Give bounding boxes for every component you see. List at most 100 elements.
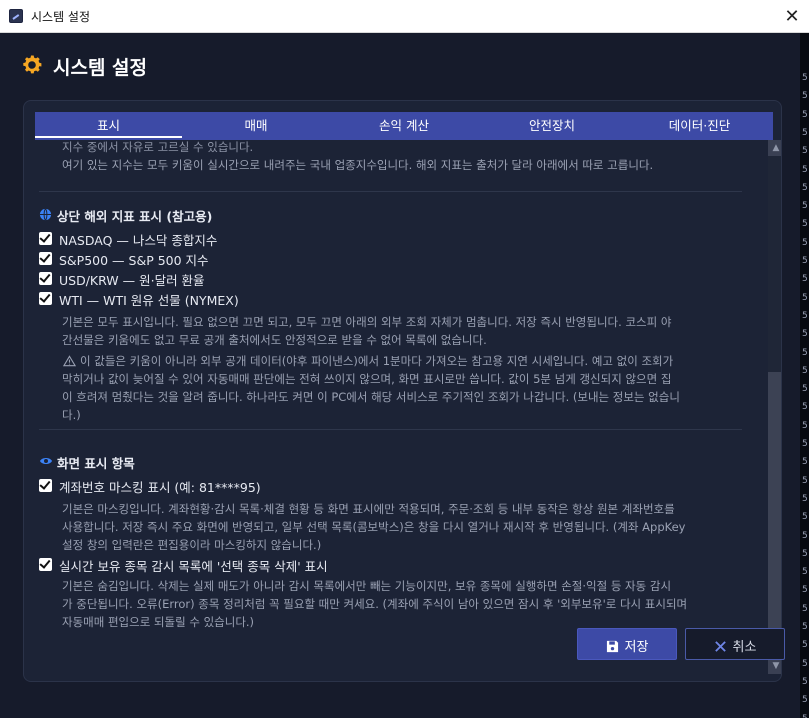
display-section-title: 화면 표시 항목 — [57, 456, 135, 471]
background-text: 5 — [802, 219, 808, 230]
window-close-button[interactable]: ✕ — [775, 0, 809, 33]
background-text: 5 — [802, 365, 808, 376]
tab-safety[interactable]: 안전장치 — [478, 112, 626, 140]
background-text: 5 — [802, 237, 808, 248]
background-text: 5 — [802, 475, 808, 486]
delete-desc-line: 가 중단됩니다. 오류(Error) 종목 정리처럼 꼭 필요할 때만 켜세요.… — [62, 597, 688, 611]
background-text: 5 — [802, 640, 808, 651]
usdkrw-label: USD/KRW — 원·달러 환율 — [59, 273, 205, 288]
save-button[interactable]: 저장 — [577, 628, 677, 660]
background-text: 5 — [802, 91, 808, 102]
background-text: 5 — [802, 73, 808, 83]
warning-description: 이 값들은 키움이 아니라 외부 공개 데이터(야후 파이낸스)에서 1분마다 … — [62, 352, 680, 424]
mask-desc-line: 기본은 마스킹입니다. 계좌현황·감시 목록·체결 현황 등 화면 표시에만 적… — [62, 502, 675, 516]
close-icon — [714, 641, 726, 652]
index-description: 여기 있는 지수는 모두 키움이 실시간으로 내려주는 국내 업종지수입니다. … — [62, 158, 654, 172]
save-button-label: 저장 — [624, 640, 649, 655]
cancel-button[interactable]: 취소 — [685, 628, 785, 660]
background-text: 5 — [802, 585, 808, 596]
checkbox-checked[interactable] — [39, 558, 52, 571]
overseas-section-title: 상단 해외 지표 표시 (참고용) — [57, 209, 213, 224]
eye-icon — [40, 458, 52, 464]
account-mask-description: 기본은 마스킹입니다. 계좌현황·감시 목록·체결 현황 등 화면 표시에만 적… — [62, 500, 686, 554]
background-text: 5 — [802, 402, 808, 413]
window-title: 시스템 설정 — [31, 10, 91, 24]
background-text: 5 — [802, 493, 808, 504]
background-text: 5 — [802, 714, 808, 718]
background-text: 5 — [802, 384, 808, 395]
delete-desc-line: 기본은 숨김입니다. 삭제는 실제 매도가 아니라 감시 목록에서만 빼는 기능… — [62, 579, 672, 593]
background-text: 5 — [802, 676, 808, 687]
page-title: 시스템 설정 — [53, 57, 148, 79]
checkbox-checked[interactable] — [39, 252, 52, 265]
checkbox-checked[interactable] — [39, 479, 52, 492]
background-text: 5 — [802, 548, 808, 559]
background-window-strip: 5555555555555555555555555555555555555 — [800, 33, 809, 718]
background-text: 5 — [802, 127, 808, 138]
tab-safety-label: 안전장치 — [528, 118, 575, 133]
tab-trading-label: 매매 — [244, 118, 268, 133]
background-text: 5 — [802, 347, 808, 358]
background-text: 5 — [802, 603, 808, 614]
background-text: 5 — [802, 530, 808, 541]
background-text: 5 — [802, 310, 808, 321]
sp500-label: S&P500 — S&P 500 지수 — [59, 253, 209, 268]
vertical-scrollbar[interactable]: ▲ ▼ — [768, 140, 781, 674]
tab-trading[interactable]: 매매 — [182, 112, 330, 140]
clipped-line: 지수 중에서 자유로 고르실 수 있습니다. — [62, 140, 254, 154]
background-text: 5 — [802, 658, 808, 669]
globe-icon — [39, 208, 52, 221]
mask-desc-line: 설정 창의 입력란은 편집용이라 마스킹하지 않습니다.) — [62, 538, 322, 552]
warning-line: 이 값들은 키움이 아니라 외부 공개 데이터(야후 파이낸스)에서 1분마다 … — [80, 354, 674, 368]
section-divider — [39, 191, 742, 192]
scroll-up-arrow-icon[interactable]: ▲ — [768, 140, 781, 156]
tab-display[interactable]: 표시 — [35, 112, 182, 140]
warning-line: 막히거나 값이 늦어질 수 있어 자동매매 판단에는 전혀 쓰이지 않으며, 화… — [62, 372, 672, 386]
scrollbar-thumb[interactable] — [768, 372, 781, 638]
account-mask-label: 계좌번호 마스킹 표시 (예: 81****95) — [59, 480, 261, 495]
overseas-desc-line: 기본은 모두 표시입니다. 필요 없으면 끄면 되고, 모두 끄면 아래의 외부… — [62, 315, 672, 329]
checkbox-checked[interactable] — [39, 232, 52, 245]
background-text: 5 — [802, 182, 808, 193]
checkbox-checked[interactable] — [39, 272, 52, 285]
tab-pnl[interactable]: 손익 계산 — [330, 112, 478, 140]
tab-data-diagnostics[interactable]: 데이터·진단 — [626, 112, 773, 140]
background-text: 5 — [802, 256, 808, 266]
floppy-disk-icon — [606, 640, 618, 653]
tab-bar: 표시 매매 손익 계산 안전장치 데이터·진단 — [35, 112, 773, 140]
section-divider — [39, 429, 742, 430]
cancel-button-label: 취소 — [732, 640, 757, 655]
settings-content: 지수 중에서 자유로 고르실 수 있습니다. 여기 있는 지수는 모두 키움이 … — [36, 140, 756, 674]
wti-label: WTI — WTI 원유 선물 (NYMEX) — [59, 293, 239, 308]
tab-display-label: 표시 — [96, 118, 120, 133]
warning-line: 이 흐려져 멈췄다는 것을 알려 줍니다. 하나라도 켜면 이 PC에서 해당 … — [62, 390, 680, 404]
background-text: 5 — [802, 109, 808, 120]
checkbox-checked[interactable] — [39, 292, 52, 305]
overseas-desc-line: 간선물은 키움에도 없고 무료 공개 출처에서도 안정적으로 받을 수 없어 목… — [62, 333, 487, 347]
settings-panel: 표시 매매 손익 계산 안전장치 데이터·진단 지수 중에서 자유로 고르실 수… — [23, 100, 782, 682]
overseas-description: 기본은 모두 표시입니다. 필요 없으면 끄면 되고, 모두 끄면 아래의 외부… — [62, 313, 671, 349]
delete-button-description: 기본은 숨김입니다. 삭제는 실제 매도가 아니라 감시 목록에서만 빼는 기능… — [62, 577, 687, 631]
delete-button-label: 실시간 보유 종목 감시 목록에 '선택 종목 삭제' 표시 — [59, 559, 328, 574]
nasdaq-label: NASDAQ — 나스닥 종합지수 — [59, 233, 218, 248]
background-text: 5 — [802, 457, 808, 468]
gear-icon — [23, 55, 42, 74]
mask-desc-line: 사용합니다. 저장 즉시 주요 화면에 반영되고, 일부 선택 목록(콤보박스)… — [62, 520, 686, 534]
settings-dialog: 시스템 설정 표시 매매 손익 계산 안전장치 데이터·진단 지수 중에서 자유… — [0, 33, 800, 718]
background-text: 5 — [802, 292, 808, 303]
window-titlebar: 시스템 설정 ✕ — [0, 0, 809, 33]
background-text: 5 — [802, 439, 808, 449]
warning-line: 다.) — [62, 408, 81, 422]
scroll-down-arrow-icon[interactable]: ▼ — [768, 658, 781, 674]
background-text: 5 — [802, 201, 808, 212]
background-text: 5 — [802, 622, 808, 632]
active-tab-indicator — [35, 136, 182, 138]
tab-pnl-label: 손익 계산 — [379, 118, 429, 133]
app-icon — [9, 9, 23, 23]
background-text: 5 — [802, 420, 808, 431]
background-text: 5 — [802, 695, 808, 706]
tab-data-diagnostics-label: 데이터·진단 — [668, 118, 731, 133]
background-text: 5 — [802, 329, 808, 340]
background-text: 5 — [802, 164, 808, 175]
background-text: 5 — [802, 512, 808, 523]
